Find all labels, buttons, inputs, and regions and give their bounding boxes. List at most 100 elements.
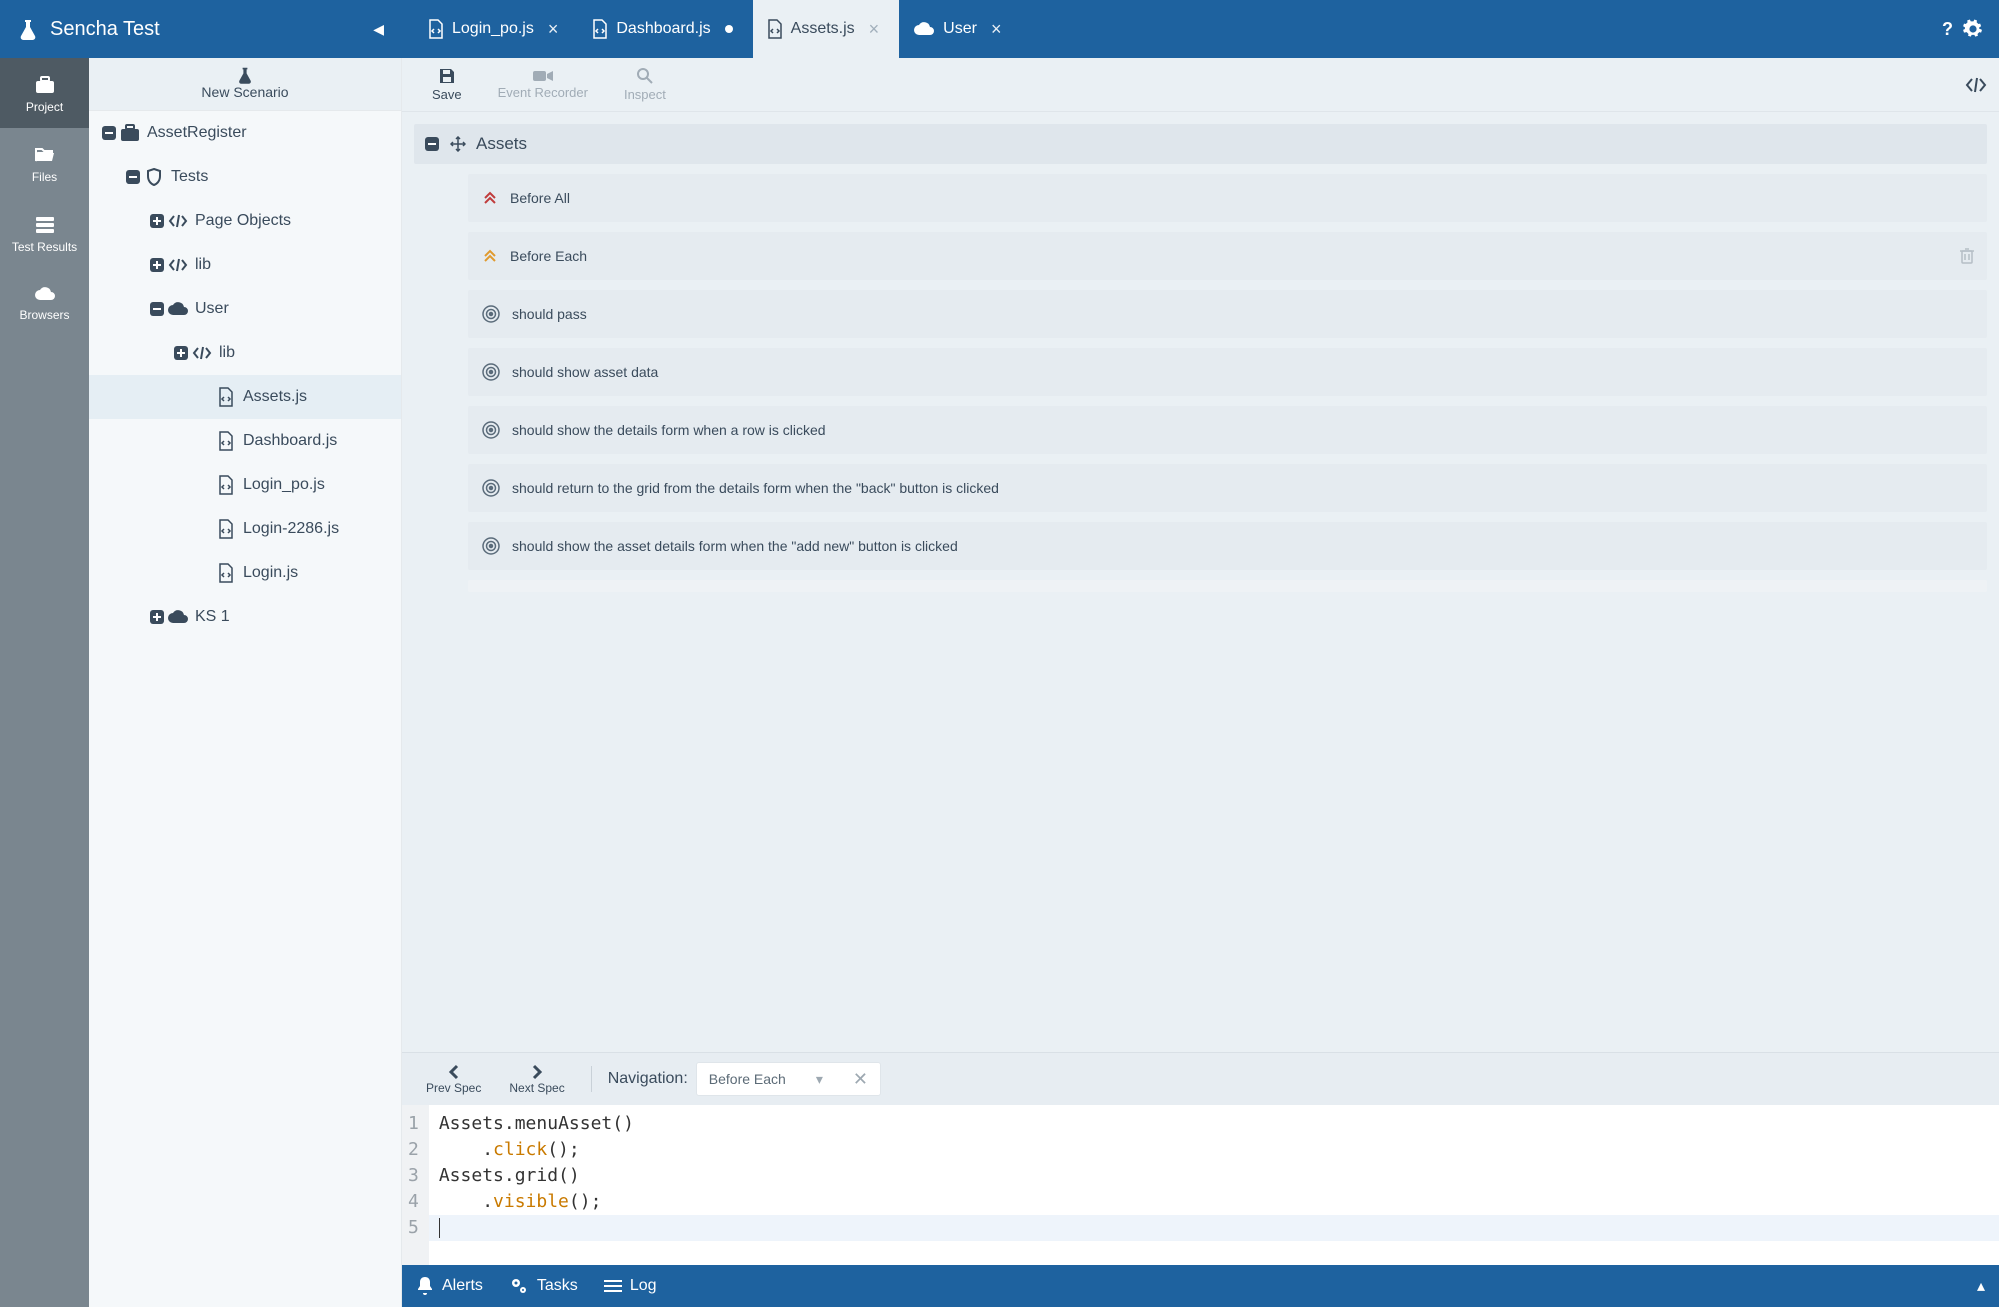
- spec-row[interactable]: Before Each: [468, 232, 1987, 280]
- spec-row[interactable]: should show the details form when a row …: [468, 406, 1987, 454]
- tree-node-ks-1[interactable]: KS 1: [89, 595, 401, 639]
- video-icon: [533, 69, 553, 83]
- file-code-icon: [428, 19, 444, 39]
- server-icon: [35, 216, 55, 234]
- new-scenario-button[interactable]: New Scenario: [89, 58, 401, 111]
- collapse-sidebar-button[interactable]: ◀: [373, 21, 384, 38]
- tree-node-login-js[interactable]: Login.js: [89, 551, 401, 595]
- separator: [591, 1066, 592, 1092]
- chevron-up-icon: [482, 249, 498, 263]
- code-editor[interactable]: 12345 Assets.menuAsset() .click();Assets…: [402, 1105, 1999, 1265]
- project-tree: AssetRegisterTestsPage ObjectslibUserlib…: [89, 111, 401, 1307]
- navigation-label: Navigation:: [608, 1070, 688, 1088]
- tree-node-assets-js[interactable]: Assets.js: [89, 375, 401, 419]
- cloud-icon: [167, 301, 189, 317]
- close-icon[interactable]: ×: [869, 19, 880, 40]
- spec-row[interactable]: Before All: [468, 174, 1987, 222]
- expand-icon[interactable]: [147, 301, 167, 317]
- tree-node-lib[interactable]: lib: [89, 331, 401, 375]
- file-code-icon: [592, 19, 608, 39]
- tree-node-user[interactable]: User: [89, 287, 401, 331]
- navigation-select[interactable]: Before Each ▾ ✕: [696, 1062, 881, 1096]
- event-recorder-button[interactable]: Event Recorder: [480, 65, 606, 104]
- project-panel: New Scenario AssetRegisterTestsPage Obje…: [89, 58, 402, 1307]
- next-spec-button[interactable]: Next Spec: [499, 1063, 574, 1095]
- close-icon[interactable]: ×: [548, 19, 559, 40]
- tab-user[interactable]: User×: [899, 0, 1021, 58]
- shield-icon: [143, 168, 165, 186]
- target-icon: [482, 305, 500, 323]
- code-icon: [191, 346, 213, 360]
- trash-icon[interactable]: [1959, 247, 1975, 265]
- expand-icon[interactable]: [147, 257, 167, 273]
- expand-icon[interactable]: [171, 345, 191, 361]
- expand-icon[interactable]: [99, 125, 119, 141]
- expand-icon[interactable]: [123, 169, 143, 185]
- search-icon: [636, 67, 654, 85]
- tab-assets-js[interactable]: Assets.js×: [753, 0, 900, 58]
- tree-node-page-objects[interactable]: Page Objects: [89, 199, 401, 243]
- help-button[interactable]: ?: [1942, 19, 1953, 40]
- tree-node-dashboard-js[interactable]: Dashboard.js: [89, 419, 401, 463]
- save-button[interactable]: Save: [414, 63, 480, 106]
- editor-toolbar: Save Event Recorder Inspect: [402, 58, 1999, 112]
- flask-icon: [237, 66, 253, 84]
- prev-spec-button[interactable]: Prev Spec: [416, 1063, 491, 1095]
- editor-area: Save Event Recorder Inspect: [402, 58, 1999, 1307]
- expand-icon[interactable]: [147, 213, 167, 229]
- tabs-area: Login_po.js×Dashboard.jsAssets.js×User×?: [402, 0, 1999, 58]
- tab-login-po-js[interactable]: Login_po.js×: [414, 0, 578, 58]
- activity-project[interactable]: Project: [0, 58, 89, 128]
- tree-node-login-po-js[interactable]: Login_po.js: [89, 463, 401, 507]
- alerts-button[interactable]: Alerts: [416, 1276, 483, 1296]
- spec-row[interactable]: should pass: [468, 290, 1987, 338]
- app-logo-area: Sencha Test ◀: [0, 0, 402, 58]
- tasks-button[interactable]: Tasks: [509, 1276, 578, 1296]
- briefcase-icon: [35, 76, 55, 94]
- flask-icon: [18, 18, 38, 40]
- suite-header[interactable]: Assets: [414, 124, 1987, 164]
- log-button[interactable]: Log: [604, 1277, 657, 1295]
- tree-node-login-2286-js[interactable]: Login-2286.js: [89, 507, 401, 551]
- briefcase-icon: [119, 124, 141, 142]
- file-code-icon: [215, 431, 237, 451]
- clear-navigation-button[interactable]: ✕: [853, 1069, 868, 1090]
- new-scenario-label: New Scenario: [201, 84, 288, 100]
- file-code-icon: [215, 387, 237, 407]
- spec-row[interactable]: should return to the grid from the detai…: [468, 464, 1987, 512]
- app-title: Sencha Test: [50, 18, 160, 41]
- file-code-icon: [215, 519, 237, 539]
- activity-browsers[interactable]: Browsers: [0, 268, 89, 336]
- target-icon: [482, 479, 500, 497]
- activity-test-results[interactable]: Test Results: [0, 198, 89, 268]
- expand-icon[interactable]: [147, 609, 167, 625]
- inspect-button[interactable]: Inspect: [606, 63, 684, 106]
- settings-button[interactable]: [1963, 19, 1983, 39]
- tree-node-assetregister[interactable]: AssetRegister: [89, 111, 401, 155]
- code-icon: [167, 214, 189, 228]
- activity-files[interactable]: Files: [0, 128, 89, 198]
- spec-row[interactable]: should show the asset details form when …: [468, 522, 1987, 570]
- spec-nav-bar: Prev Spec Next Spec Navigation: Before E…: [402, 1053, 1999, 1105]
- expand-status-button[interactable]: ▴: [1977, 1276, 1985, 1296]
- unsaved-dot-icon: [725, 25, 733, 33]
- code-view-toggle[interactable]: [1965, 77, 1987, 93]
- tree-node-lib[interactable]: lib: [89, 243, 401, 287]
- tab-dashboard-js[interactable]: Dashboard.js: [578, 0, 752, 58]
- cloud-icon: [167, 609, 189, 625]
- cloud-icon: [913, 21, 935, 37]
- cloud-icon: [34, 286, 56, 302]
- code-content[interactable]: Assets.menuAsset() .click();Assets.grid(…: [429, 1105, 1999, 1265]
- gear-icon: [509, 1276, 529, 1296]
- spec-placeholder: [468, 580, 1987, 592]
- spec-row[interactable]: should show asset data: [468, 348, 1987, 396]
- list-icon: [604, 1279, 622, 1293]
- spec-list: Assets Before All Before Each should pass s…: [402, 112, 1999, 1052]
- target-icon: [482, 363, 500, 381]
- chevron-up-icon: [482, 191, 498, 205]
- file-code-icon: [215, 563, 237, 583]
- collapse-icon: [424, 136, 440, 152]
- tree-node-tests[interactable]: Tests: [89, 155, 401, 199]
- close-icon[interactable]: ×: [991, 19, 1002, 40]
- file-code-icon: [215, 475, 237, 495]
